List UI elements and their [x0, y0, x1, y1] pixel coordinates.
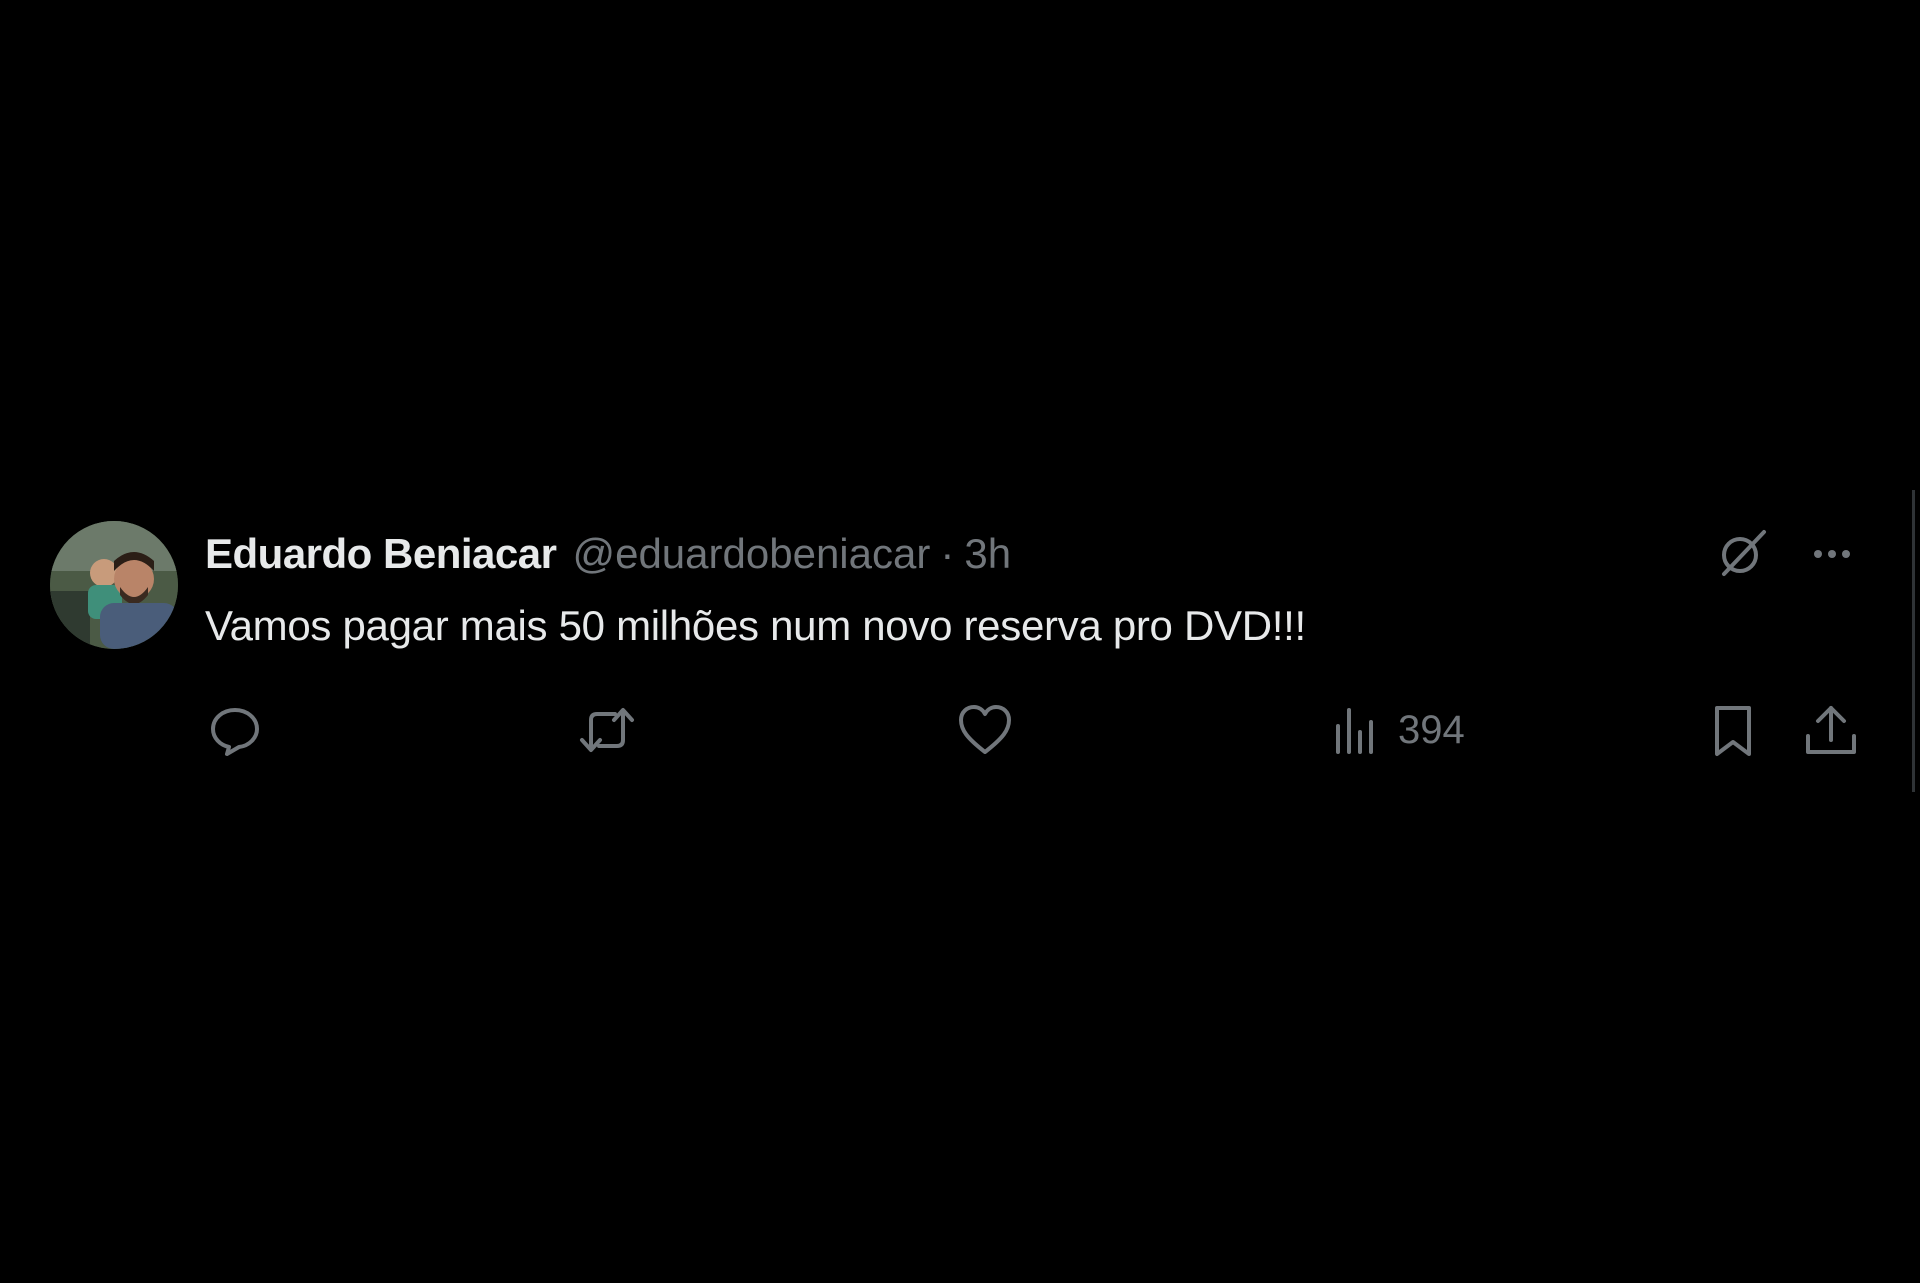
bookmark-icon	[1705, 700, 1761, 760]
like-icon	[955, 700, 1015, 760]
tweet-header: Eduardo Beniacar @eduardobeniacar · 3h	[205, 528, 1011, 580]
like-button[interactable]	[955, 700, 1015, 760]
display-name[interactable]: Eduardo Beniacar	[205, 528, 557, 580]
tweet-text: Vamos pagar mais 50 milhões num novo res…	[205, 602, 1306, 649]
share-icon	[1800, 700, 1862, 760]
avatar[interactable]	[50, 521, 178, 649]
retweet-button[interactable]	[575, 700, 639, 760]
retweet-icon	[575, 700, 639, 760]
scrollbar[interactable]	[1912, 490, 1915, 792]
views-button[interactable]: 394	[1330, 700, 1465, 760]
reply-button[interactable]	[205, 700, 265, 760]
share-button[interactable]	[1800, 700, 1862, 760]
timestamp[interactable]: 3h	[964, 528, 1011, 580]
bookmark-button[interactable]	[1705, 700, 1761, 760]
separator-dot: ·	[940, 530, 955, 577]
user-handle[interactable]: @eduardobeniacar	[572, 528, 930, 580]
views-icon	[1330, 700, 1380, 760]
tweet-card[interactable]: Eduardo Beniacar @eduardobeniacar · 3h V…	[0, 500, 1920, 800]
more-icon[interactable]	[1802, 524, 1862, 584]
views-count: 394	[1398, 707, 1465, 752]
reply-icon	[205, 700, 265, 760]
grok-icon[interactable]	[1712, 524, 1772, 584]
